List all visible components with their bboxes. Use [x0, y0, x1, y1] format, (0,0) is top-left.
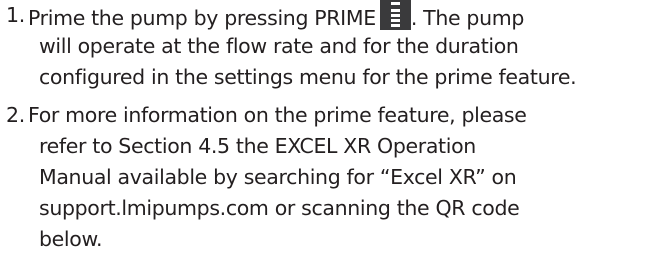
step-number: 2.	[6, 103, 25, 127]
step-text-line: below.	[39, 227, 103, 251]
prime-button-icon	[379, 0, 411, 30]
step-number: 1.	[6, 3, 25, 27]
step-2: 2. For more information on the prime fea…	[6, 100, 646, 255]
step-text-line: support.lmipumps.com or scanning the QR …	[39, 196, 520, 220]
step-text-line: configured in the settings menu for the …	[39, 65, 577, 89]
instruction-list: 1. Prime the pump by pressing PRIME . The…	[6, 0, 646, 255]
step-text: Prime the pump by pressing PRIME	[28, 6, 376, 30]
step-text-line: Manual available by searching for “Excel…	[39, 165, 517, 189]
step-1: 1. Prime the pump by pressing PRIME . The…	[6, 0, 646, 93]
step-text-line: will operate at the flow rate and for th…	[39, 34, 519, 58]
step-text-line: Prime the pump by pressing PRIME . The pu…	[28, 0, 646, 31]
step-text-line: refer to Section 4.5 the EXCEL XR Operat…	[39, 134, 476, 158]
step-text: . The pump	[410, 6, 525, 30]
step-text-line: For more information on the prime featur…	[28, 103, 527, 127]
